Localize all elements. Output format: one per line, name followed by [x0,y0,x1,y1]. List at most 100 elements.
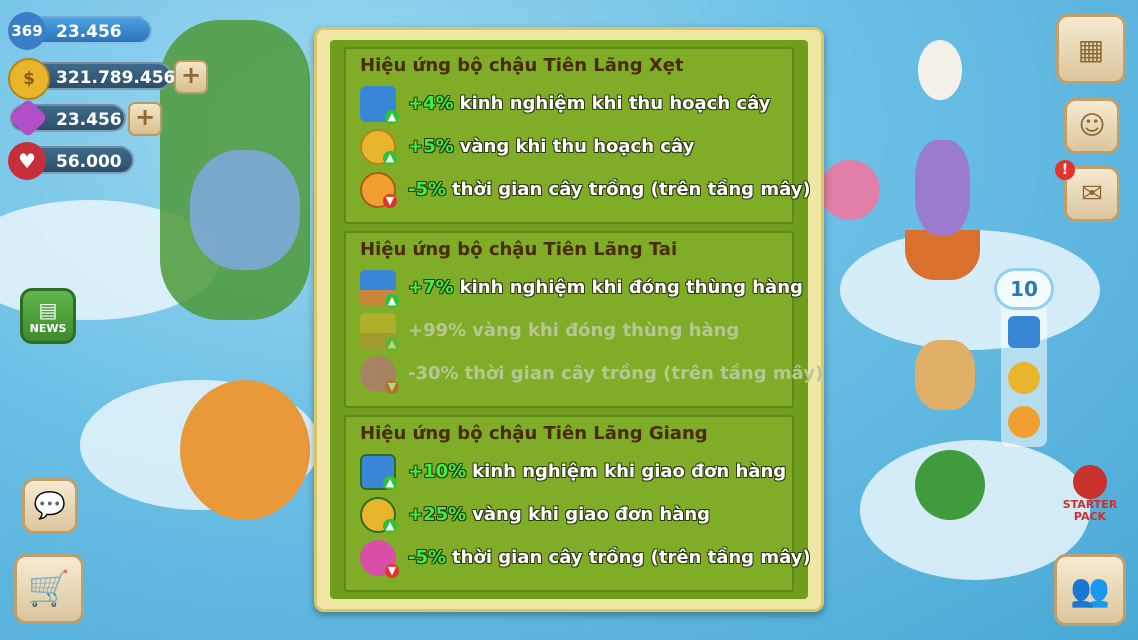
effect-set-section: Hiệu ứng bộ chậu Tiên Lãng Tai ▲ +7% kinh n… [344,231,823,408]
clock-icon: ▼ [360,171,397,208]
effect-value: +4% [408,93,454,114]
gold-value: 321.789.456 [56,68,176,88]
effect-description: kinh nghiệm khi giao đơn hàng [472,461,787,482]
effect-description: vàng khi thu hoạch cây [459,136,695,157]
xp-icon: ▲ [360,85,399,124]
effect-text: -5% thời gian cây trồng (trên tầng mây) [408,179,811,200]
effect-description: kinh nghiệm khi thu hoạch cây [459,93,771,114]
effect-text: +99% vàng khi đóng thùng hàng [408,320,739,341]
effect-description: thời gian cây trồng (trên tầng mây) [452,179,811,200]
effect-text: -5% thời gian cây trồng (trên tầng mây) [408,547,811,568]
effect-value: +99% [408,320,467,341]
effect-set-title: Hiệu ứng bộ chậu Tiên Lãng Giang [360,423,708,444]
effect-value: +5% [408,136,454,157]
lotus-plant [820,160,880,220]
arrow-up-icon: ▲ [383,150,397,165]
effect-value: +7% [408,277,454,298]
xp-crate-icon: ▲ [360,269,399,308]
hearts-value: 56.000 [56,152,122,172]
flower-pot [905,230,980,280]
face-icon: ☺ [1078,111,1106,141]
coin-order-icon: ▲ [360,496,397,533]
hud-gems: 23.456 [8,98,126,138]
add-gold-button[interactable]: + [174,60,208,94]
effect-text: +4% kinh nghiệm khi thu hoạch cây [408,93,770,114]
coin-icon: ▲ [360,128,397,165]
arrow-up-icon: ▲ [385,293,399,308]
watermelon-plant [915,450,985,520]
friends-profile-button[interactable]: ☺ [1064,98,1120,154]
effect-text: +10% kinh nghiệm khi giao đơn hàng [408,461,786,482]
buff-count: 10 [1010,277,1038,301]
effect-row: ▼ -30% thời gian cây trồng (trên tầng mây) [360,352,823,395]
hud-level-xp: 369 23.456 [8,12,152,50]
deer-decoration [915,340,975,410]
arrow-down-icon: ▼ [385,563,399,578]
mail-alert-badge: ! [1055,160,1075,180]
effect-text: +25% vàng khi giao đơn hàng [408,504,710,525]
envelope-icon: ✉ [1081,179,1103,209]
effect-set-title: Hiệu ứng bộ chậu Tiên Lãng Tai [360,239,678,260]
add-gems-button[interactable]: + [128,102,162,136]
crystal-egg [190,150,300,270]
effect-value: -5% [408,179,447,200]
checklist-icon: ▦ [1077,32,1105,66]
buff-xp-icon [1008,316,1040,348]
news-label: NEWS [29,321,67,335]
effect-row: ▲ +4% kinh nghiệm khi thu hoạch cây [360,82,778,125]
effect-row: ▲ +5% vàng khi thu hoạch cây [360,125,778,168]
buff-coin-icon [1008,362,1040,394]
effect-row: ▼ -5% thời gian cây trồng (trên tầng mây) [360,168,811,211]
starter-pack-label: STARTER PACK [1062,498,1118,523]
ghost-doll-decoration [918,40,962,100]
effect-row: ▲ +99% vàng khi đóng thùng hàng [360,309,778,352]
pot-set-effects-dialog: Hiệu ứng bộ chậu Tiên Lãng Xẹt ▲ +4% kinh n… [314,27,824,612]
mushroom-creature [180,380,310,520]
effect-text: +7% kinh nghiệm khi đóng thùng hàng [408,277,803,298]
news-button[interactable]: ▤ NEWS [20,288,76,344]
effect-set-section: Hiệu ứng bộ chậu Tiên Lãng Giang ▲ +10% kin… [344,415,811,592]
effect-text: +5% vàng khi thu hoạch cây [408,136,694,157]
shopping-cart-icon: 🛒 [27,569,71,609]
hud-gold: $ 321.789.456 [8,58,176,100]
effect-description: vàng khi đóng thùng hàng [472,320,740,341]
heart-icon: ♥ [8,142,46,180]
people-group-icon: 👥 [1070,571,1110,609]
speech-bubble-icon: 💬 [33,491,67,521]
arrow-up-icon: ▲ [383,518,397,533]
xp-value: 23.456 [56,22,122,42]
effect-description: vàng khi giao đơn hàng [472,504,711,525]
plant-clock-icon: ▼ [360,355,399,394]
buff-clock-icon [1008,406,1040,438]
effect-set-title: Hiệu ứng bộ chậu Tiên Lãng Xẹt [360,55,684,76]
effect-text: -30% thời gian cây trồng (trên tầng mây) [408,363,823,384]
chat-button[interactable]: 💬 [22,478,78,534]
level-star-icon: 369 [8,12,46,50]
effect-row: ▼ -5% thời gian cây trồng (trên tầng mây) [360,536,811,579]
effect-description: thời gian cây trồng (trên tầng mây) [464,363,824,384]
starter-pack-button[interactable]: STARTER PACK [1058,462,1122,526]
effect-row: ▲ +10% kinh nghiệm khi giao đơn hàng [360,450,786,493]
effect-set-section: Hiệu ứng bộ chậu Tiên Lãng Xẹt ▲ +4% kinh n… [344,47,811,224]
social-button[interactable]: 👥 [1054,554,1126,626]
coin-crate-icon: ▲ [360,312,399,351]
quest-board-button[interactable]: ▦ [1056,14,1126,84]
starter-pack-mascot-icon [1073,465,1107,499]
hud-hearts: ♥ 56.000 [8,142,134,180]
plant-clock-icon: ▼ [360,539,399,578]
arrow-up-icon: ▲ [385,336,399,351]
xp-order-icon: ▲ [360,453,397,490]
arrow-up-icon: ▲ [385,109,399,124]
buff-count-cloud: 10 [994,268,1054,310]
arrow-down-icon: ▼ [383,193,397,208]
effect-value: -5% [408,547,447,568]
effect-value: +10% [408,461,467,482]
shop-button[interactable]: 🛒 [14,554,84,624]
hyacinth-plant [915,140,970,235]
gems-value: 23.456 [56,110,122,130]
effect-row: ▲ +7% kinh nghiệm khi đóng thùng hàng [360,266,803,309]
effect-value: +25% [408,504,467,525]
arrow-up-icon: ▲ [383,475,397,490]
effect-value: -30% [408,363,459,384]
effect-description: thời gian cây trồng (trên tầng mây) [452,547,811,568]
